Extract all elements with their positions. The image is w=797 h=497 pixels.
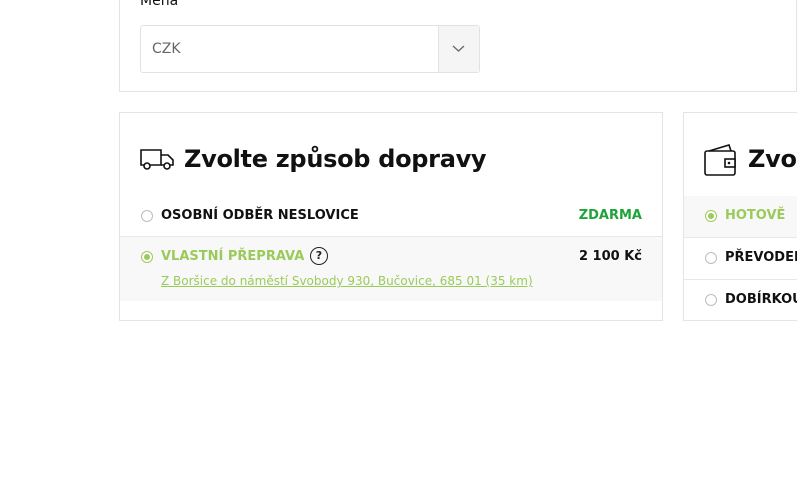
- truck-icon: [140, 149, 174, 170]
- currency-label: Měna: [140, 0, 179, 9]
- currency-section: Měna CZK: [119, 0, 797, 92]
- pickup-price: ZDARMA: [578, 208, 642, 223]
- transfer-radio[interactable]: [705, 252, 717, 264]
- currency-select-value: CZK: [152, 41, 181, 57]
- own-transport-radio[interactable]: [141, 251, 153, 263]
- payment-option-cod[interactable]: DOBÍRKOU: [684, 280, 797, 320]
- cash-radio[interactable]: [705, 210, 717, 222]
- route-address-link[interactable]: Z Boršice do náměstí Svobody 930, Bučovi…: [161, 274, 533, 288]
- cash-label: HOTOVĚ: [725, 208, 786, 223]
- own-transport-price: 2 100 Kč: [578, 249, 642, 264]
- shipping-option-own-transport[interactable]: VLASTNÍ PŘEPRAVA ? 2 100 Kč Z Boršice do…: [120, 237, 662, 301]
- payment-option-cash[interactable]: HOTOVĚ: [684, 196, 797, 238]
- cod-label: DOBÍRKOU: [725, 292, 797, 307]
- currency-select[interactable]: CZK: [140, 25, 480, 73]
- payment-option-transfer[interactable]: PŘEVODEM: [684, 238, 797, 280]
- shipping-title: Zvolte způsob dopravy: [184, 145, 487, 173]
- question-circle-icon[interactable]: ?: [310, 247, 328, 265]
- cod-radio[interactable]: [705, 294, 717, 306]
- shipping-section: Zvolte způsob dopravy OSOBNÍ ODBĚR NESLO…: [119, 112, 663, 321]
- currency-select-toggle[interactable]: [438, 26, 479, 72]
- payment-title: Zvol: [748, 145, 797, 173]
- wallet-icon: [704, 144, 736, 176]
- shipping-option-pickup[interactable]: OSOBNÍ ODBĚR NESLOVICE ZDARMA: [120, 196, 662, 237]
- payment-section: Zvol HOTOVĚ PŘEVODEM DOBÍRKOU: [683, 112, 797, 321]
- transfer-label: PŘEVODEM: [725, 250, 797, 265]
- pickup-radio[interactable]: [141, 210, 153, 222]
- pickup-label: OSOBNÍ ODBĚR NESLOVICE: [161, 208, 359, 223]
- chevron-down-icon: [452, 45, 465, 52]
- own-transport-label: VLASTNÍ PŘEPRAVA: [161, 249, 305, 264]
